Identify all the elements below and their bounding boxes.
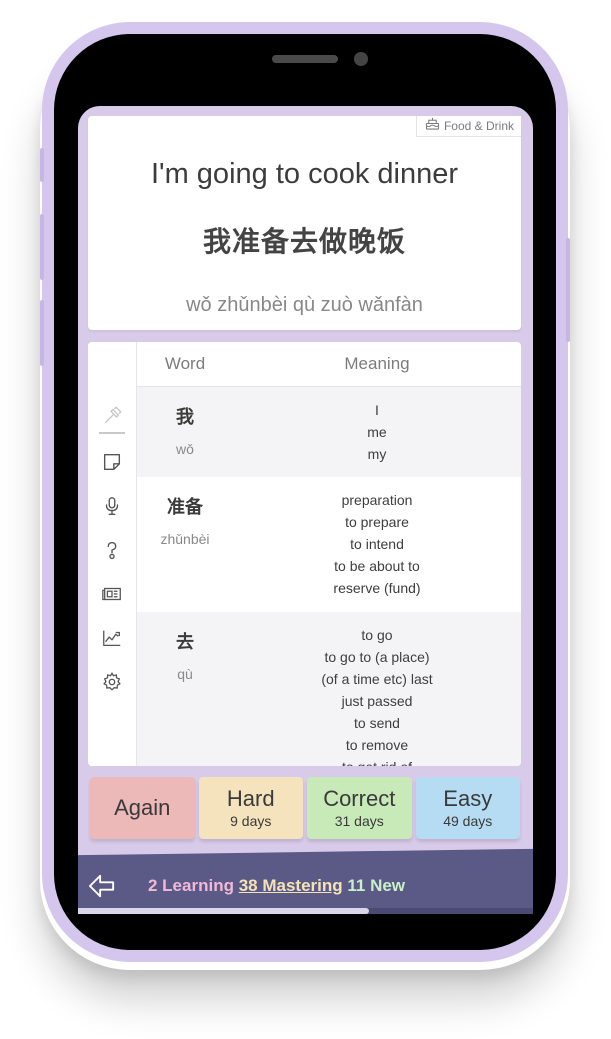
cake-icon [425, 116, 440, 136]
table-row[interactable]: 去 qù to go to go to (a place) (of a time… [137, 612, 521, 766]
hard-button[interactable]: Hard 9 days [198, 777, 303, 839]
hammer-icon[interactable] [99, 404, 125, 434]
word-hanzi: 我 [176, 407, 194, 428]
sentence-pinyin: wǒ zhǔnbèi qù zuò wǎnfàn [186, 294, 423, 316]
meaning-line: to send [354, 715, 400, 731]
meaning-line: to go to (a place) [324, 649, 430, 665]
word-table: Word Meaning 我 wǒ I me my 准备 zhǔnbèi pre… [137, 342, 521, 766]
easy-button[interactable]: Easy 49 days [415, 777, 520, 839]
app-stage: Food & Drink I'm going to cook dinner 我准… [0, 0, 611, 1039]
word-pinyin: zhǔnbèi [160, 531, 210, 547]
header-word: Word [164, 354, 206, 373]
sentence-chinese: 我准备去做晚饭 [202, 225, 406, 258]
meaning-line: to get rid of [233, 756, 521, 766]
meaning-line: to intend [350, 536, 404, 552]
meaning-cell: I me my [233, 387, 521, 477]
word-cell: 去 qù [137, 612, 233, 766]
meaning-line: just passed [341, 693, 413, 709]
category-label: Food & Drink [443, 119, 514, 133]
chart-icon[interactable] [100, 626, 124, 650]
word-pinyin: wǒ [176, 441, 194, 457]
word-cell: 准备 zhǔnbèi [137, 477, 233, 612]
power-button [566, 238, 570, 342]
mastering-count[interactable]: 38 Mastering [239, 876, 343, 895]
meaning-cell: preparation to prepare to intend to be a… [233, 477, 521, 612]
again-label: Again [114, 795, 171, 820]
sentence-english: I'm going to cook dinner [151, 158, 458, 190]
tool-rail [88, 342, 137, 766]
again-button[interactable]: Again [90, 777, 195, 839]
back-arrow-icon [89, 874, 115, 898]
correct-button[interactable]: Correct 31 days [307, 777, 412, 839]
learning-count[interactable]: 2 Learning [148, 876, 234, 895]
meaning-line: (of a time etc) last [321, 671, 433, 687]
progress-fill [78, 908, 370, 914]
word-cell: 我 wǒ [137, 387, 233, 477]
meaning-line: to be about to [334, 558, 420, 574]
back-button[interactable] [86, 872, 118, 900]
word-hanzi: 准备 [167, 497, 203, 518]
app-screen: Food & Drink I'm going to cook dinner 我准… [78, 106, 533, 914]
word-breakdown-panel: Word Meaning 我 wǒ I me my 准备 zhǔnbèi pre… [88, 342, 521, 766]
note-icon[interactable] [100, 450, 124, 474]
word-hanzi: 去 [176, 632, 194, 653]
word-pinyin: qù [177, 666, 193, 682]
gear-icon[interactable] [100, 670, 124, 694]
meaning-line: me [367, 424, 387, 440]
meaning-line: to prepare [345, 514, 409, 530]
table-row[interactable]: 准备 zhǔnbèi preparation to prepare to int… [137, 477, 521, 612]
header-meaning: Meaning [344, 354, 410, 373]
mute-switch [40, 148, 44, 182]
question-icon[interactable] [100, 538, 124, 562]
easy-interval: 49 days [443, 812, 493, 829]
front-camera [354, 52, 368, 66]
volume-up-button [40, 214, 44, 280]
meaning-line: to go [361, 627, 393, 643]
progress-track [78, 908, 533, 914]
speaker-grille [272, 55, 338, 63]
newspaper-icon[interactable] [100, 582, 124, 606]
bottom-bar: 2 Learning 38 Mastering 11 New [78, 858, 533, 914]
meaning-line: reserve (fund) [333, 580, 421, 596]
easy-label: Easy [443, 785, 493, 811]
new-count[interactable]: 11 New [347, 876, 405, 895]
table-header: Word Meaning [137, 342, 521, 387]
sentence-card: Food & Drink I'm going to cook dinner 我准… [88, 116, 521, 330]
meaning-line: I [375, 402, 379, 418]
meaning-line: to remove [345, 737, 409, 753]
hard-label: Hard [226, 785, 275, 811]
correct-label: Correct [323, 785, 396, 811]
meaning-cell: to go to go to (a place) (of a time etc)… [233, 612, 521, 766]
hard-interval: 9 days [230, 812, 272, 829]
microphone-icon[interactable] [100, 494, 124, 518]
meaning-line: preparation [341, 492, 413, 508]
category-tag: Food & Drink [415, 116, 521, 137]
answer-bar: Again Hard 9 days Correct 31 days Easy 4… [90, 777, 520, 839]
review-stats: 2 Learning 38 Mastering 11 New [148, 876, 405, 896]
meaning-line: my [367, 446, 387, 462]
correct-interval: 31 days [334, 812, 384, 829]
volume-down-button [40, 300, 44, 366]
table-row[interactable]: 我 wǒ I me my [137, 387, 521, 477]
